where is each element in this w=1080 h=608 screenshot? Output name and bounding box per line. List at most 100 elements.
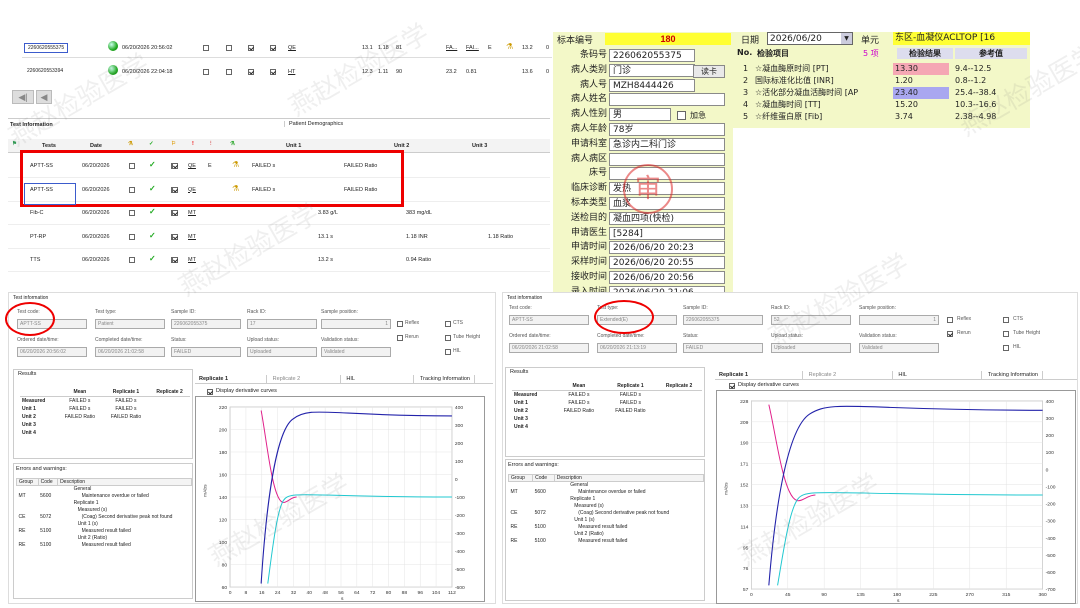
cell: [533, 496, 555, 503]
col-unit2[interactable]: Unit 2: [394, 143, 409, 149]
flag-code: MT: [188, 257, 196, 263]
checkbox[interactable]: [248, 45, 254, 51]
flask-icon: ⚗: [128, 141, 133, 147]
y-axis-label: mAbs: [724, 482, 730, 495]
date-value: 2026/06/20: [770, 34, 822, 44]
checkbox[interactable]: [172, 233, 178, 240]
result-value: 13.30: [893, 63, 949, 75]
read-card-button[interactable]: 读卡: [693, 65, 725, 78]
row-label: Unit 4: [514, 424, 528, 430]
cell: [149, 413, 190, 421]
sample-datetime: 06/20/2026 20:56:02: [122, 45, 173, 51]
table-header: Group Code Description: [16, 478, 192, 486]
nav-back-icon[interactable]: ◀|: [12, 90, 34, 104]
unit-select[interactable]: 东区-血凝仪ACLTOP [16: [893, 32, 1030, 45]
checkbox[interactable]: [270, 45, 276, 51]
derivative-checkbox[interactable]: [729, 383, 735, 389]
tube-height-checkbox: [445, 335, 451, 341]
tab-tracking[interactable]: Tracking Information: [984, 371, 1043, 379]
table-header: Group Code Description: [507, 474, 705, 482]
field-input[interactable]: 男: [609, 108, 671, 122]
checkbox[interactable]: [172, 210, 178, 216]
label: CTS: [453, 320, 463, 326]
result-row[interactable]: 1 ☆凝血酶原时间 [PT] 13.30 9.4--12.5: [733, 63, 1030, 75]
col-unit1[interactable]: Unit 1: [286, 143, 301, 149]
col-date[interactable]: Date: [90, 143, 102, 149]
table-row: Unit 4: [512, 423, 702, 431]
field-input[interactable]: [609, 152, 725, 166]
result-row[interactable]: 3 ☆活化部分凝血活酶时间 [AP 23.40 25.4--38.4: [733, 87, 1030, 99]
validation-field: Validated: [321, 347, 391, 357]
errors-box: Errors and warnings: Group Code Descriptio…: [13, 463, 193, 599]
sample-id: 2260620553394: [27, 68, 64, 74]
result-row[interactable]: 5 ☆纤维蛋白原 [Fib] 3.74 2.38--4.98: [733, 111, 1030, 123]
test-type-field: Patient: [95, 319, 165, 329]
y-tick-label: 190: [740, 441, 748, 447]
cell: 5100: [40, 528, 52, 534]
field-input[interactable]: 2026/06/20 20:55: [609, 256, 725, 270]
tab-replicate-1[interactable]: Replicate 1: [715, 371, 803, 379]
table-row: General: [17, 486, 192, 494]
label: Rerun: [405, 334, 419, 340]
checkbox[interactable]: [129, 210, 135, 216]
cell: 5100: [534, 524, 546, 530]
rerun-checkbox: [397, 335, 403, 341]
checkbox[interactable]: [172, 257, 178, 263]
tab-hil[interactable]: HIL: [894, 371, 983, 379]
checkbox[interactable]: [129, 233, 135, 240]
tab-patient-demographics[interactable]: Patient Demographics: [284, 121, 550, 127]
col-unit3[interactable]: Unit 3: [472, 143, 487, 149]
checkbox[interactable]: [129, 257, 135, 263]
urgent-checkbox[interactable]: [677, 111, 686, 120]
x-tick-label: 32: [291, 590, 297, 596]
checkbox[interactable]: [226, 69, 232, 75]
tab-tracking[interactable]: Tracking Information: [416, 375, 475, 383]
sample-id-field: 226062055375: [683, 315, 763, 325]
tab-replicate-2[interactable]: Replicate 2: [269, 375, 341, 383]
checkbox[interactable]: [203, 69, 209, 75]
checkbox[interactable]: [270, 69, 276, 75]
field-input[interactable]: [5284]: [609, 226, 725, 240]
column-header: [20, 388, 57, 397]
lab-info-panel: 标本编号 180 条码号 226062055375 病人类别 门诊 病人号 MZH8444…: [553, 32, 733, 315]
tab-replicate-1[interactable]: Replicate 1: [195, 375, 267, 383]
column-header: Replicate 1: [604, 382, 657, 391]
cell: [17, 535, 39, 542]
column-header: Description: [57, 478, 192, 486]
field-input[interactable]: 226062055375: [609, 49, 695, 62]
field-input[interactable]: [609, 93, 725, 107]
col-tests[interactable]: Tests: [42, 143, 56, 149]
table-row[interactable]: TTS 06/20/2026 ✓ MT 13.2 s 0.94 Ratio: [8, 249, 550, 272]
row-label: Measured: [22, 398, 46, 404]
table-row: Unit 3: [512, 415, 702, 423]
checkbox[interactable]: [226, 45, 232, 51]
col-no: No.: [737, 48, 753, 57]
label: CTS: [1013, 316, 1023, 322]
chevron-down-icon[interactable]: ▼: [841, 33, 852, 44]
checkbox[interactable]: [248, 69, 254, 75]
result-row[interactable]: 4 ☆凝血酶时间 [TT] 15.20 10.3--16.6: [733, 99, 1030, 111]
nav-prev-icon[interactable]: ◀: [36, 90, 52, 104]
field-input[interactable]: 2026/06/20 20:56: [609, 271, 725, 284]
derivative-checkbox[interactable]: [207, 389, 213, 395]
result-row[interactable]: 2 国际标准化比值 [INR] 1.20 0.8--1.2: [733, 75, 1030, 87]
field-input[interactable]: 门诊: [609, 63, 695, 77]
tab-hil[interactable]: HIL: [342, 375, 415, 383]
table-row: Measured (s): [17, 507, 192, 514]
sample-row[interactable]: 2260620555375 06/20/2026 20:56:02 QE 13.…: [22, 36, 552, 58]
tab-replicate-2[interactable]: Replicate 2: [805, 371, 893, 379]
x-tick-label: 88: [402, 590, 408, 596]
sample-row[interactable]: 2260620553394 06/20/2026 22:04:18 HT 12.…: [22, 60, 552, 82]
specimen-number[interactable]: 180: [605, 33, 731, 45]
y-tick-label: 60: [222, 585, 228, 591]
table-row[interactable]: PT-RP 06/20/2026 ✓ MT 13.1 s 1.18 INR 1.18 Rat…: [8, 226, 550, 249]
cell: Measured result failed: [81, 542, 131, 548]
date-select[interactable]: 2026/06/20 ▼: [767, 32, 853, 45]
y2-tick-label: 400: [455, 405, 463, 411]
field-input[interactable]: 急诊内二科门诊: [609, 137, 725, 151]
field-input[interactable]: 凝血四项(快检): [609, 211, 725, 225]
field-input[interactable]: 2026/06/20 20:23: [609, 241, 725, 255]
checkbox[interactable]: [203, 45, 209, 51]
field-input[interactable]: 78岁: [609, 123, 725, 136]
field-input[interactable]: MZH8444426: [609, 78, 695, 92]
